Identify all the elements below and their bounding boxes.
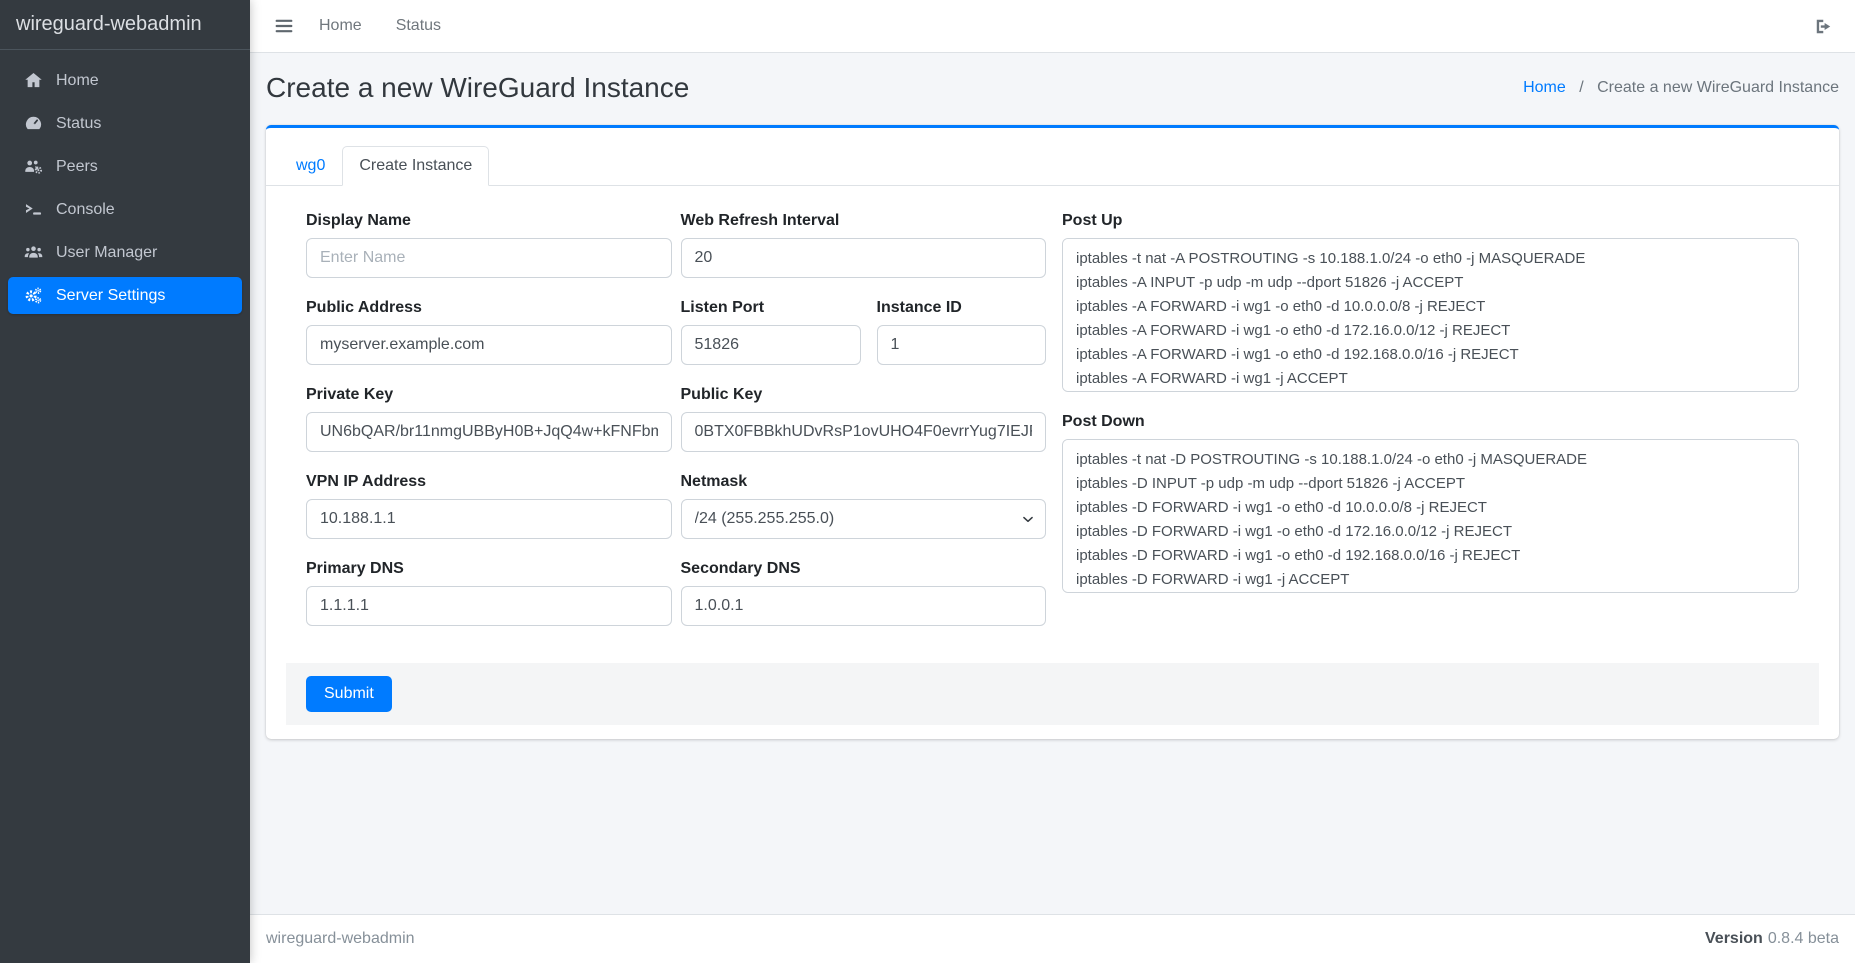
public-key-label: Public Key [681, 386, 1047, 404]
content-header: Create a new WireGuard Instance Home / C… [250, 53, 1855, 125]
primary-dns-input[interactable] [306, 586, 672, 626]
form-left-block: Display Name Web Refresh Interval Public… [306, 212, 1046, 647]
private-key-label: Private Key [306, 386, 672, 404]
breadcrumb-home-link[interactable]: Home [1523, 79, 1566, 96]
post-down-label: Post Down [1062, 413, 1799, 431]
footer-version-value: 0.8.4 beta [1768, 930, 1839, 947]
content-wrapper: Create a new WireGuard Instance Home / C… [250, 53, 1855, 914]
topbar-link-home[interactable]: Home [302, 13, 379, 39]
post-down-textarea[interactable]: iptables -t nat -D POSTROUTING -s 10.188… [1062, 439, 1799, 593]
breadcrumb: Home / Create a new WireGuard Instance [1523, 79, 1839, 97]
sidebar-item-user-manager[interactable]: User Manager [8, 234, 242, 271]
tab-create-instance[interactable]: Create Instance [342, 146, 489, 186]
sidebar-item-label: Peers [56, 158, 98, 176]
instance-form: Display Name Web Refresh Interval Public… [286, 212, 1819, 647]
netmask-label: Netmask [681, 473, 1047, 491]
users-gear-icon [19, 157, 47, 176]
display-name-input[interactable] [306, 238, 672, 278]
sidebar: wireguard-webadmin Home Status [0, 0, 250, 963]
secondary-dns-label: Secondary DNS [681, 560, 1047, 578]
display-name-label: Display Name [306, 212, 672, 230]
topbar: Home Status [250, 0, 1855, 53]
post-up-textarea[interactable]: iptables -t nat -A POSTROUTING -s 10.188… [1062, 238, 1799, 392]
public-address-input[interactable] [306, 325, 672, 365]
card-body: Display Name Web Refresh Interval Public… [266, 186, 1839, 739]
sign-out-icon[interactable] [1808, 17, 1839, 36]
sidebar-item-label: Status [56, 115, 101, 133]
footer-brand: wireguard-webadmin [266, 930, 415, 948]
page-footer: wireguard-webadmin Version 0.8.4 beta [250, 914, 1855, 963]
primary-dns-label: Primary DNS [306, 560, 672, 578]
terminal-icon [19, 200, 47, 219]
hamburger-icon[interactable] [266, 16, 302, 36]
sidebar-item-peers[interactable]: Peers [8, 148, 242, 185]
gauge-icon [19, 114, 47, 133]
sidebar-nav: Home Status [0, 50, 250, 332]
vpn-ip-label: VPN IP Address [306, 473, 672, 491]
web-refresh-interval-label: Web Refresh Interval [681, 212, 1047, 230]
sidebar-item-status[interactable]: Status [8, 105, 242, 142]
main-column: Home Status Create a new WireGuard Insta… [250, 0, 1855, 963]
instance-id-label: Instance ID [877, 299, 1047, 317]
form-right-block: Post Up iptables -t nat -A POSTROUTING -… [1062, 212, 1799, 647]
page-title: Create a new WireGuard Instance [266, 71, 689, 105]
listen-port-input[interactable] [681, 325, 861, 365]
home-icon [19, 71, 47, 90]
submit-button[interactable]: Submit [306, 676, 392, 712]
sidebar-item-server-settings[interactable]: Server Settings [8, 277, 242, 314]
post-up-label: Post Up [1062, 212, 1799, 230]
sidebar-item-label: Console [56, 201, 115, 219]
gears-icon [19, 286, 47, 305]
private-key-input[interactable] [306, 412, 672, 452]
vpn-ip-input[interactable] [306, 499, 672, 539]
web-refresh-interval-input[interactable] [681, 238, 1047, 278]
footer-version: Version 0.8.4 beta [1705, 930, 1839, 948]
tab-wg0[interactable]: wg0 [279, 146, 342, 186]
sidebar-item-label: User Manager [56, 244, 157, 262]
netmask-select[interactable]: /24 (255.255.255.0) [681, 499, 1047, 539]
sidebar-item-home[interactable]: Home [8, 62, 242, 99]
instance-id-input[interactable] [877, 325, 1047, 365]
create-instance-card: wg0 Create Instance Display Name Web [266, 125, 1839, 739]
app-root: wireguard-webadmin Home Status [0, 0, 1855, 963]
secondary-dns-input[interactable] [681, 586, 1047, 626]
breadcrumb-current: Create a new WireGuard Instance [1597, 79, 1839, 96]
sidebar-item-label: Home [56, 72, 99, 90]
listen-port-label: Listen Port [681, 299, 861, 317]
public-address-label: Public Address [306, 299, 672, 317]
public-key-input[interactable] [681, 412, 1047, 452]
breadcrumb-separator: / [1579, 79, 1583, 96]
sidebar-item-console[interactable]: Console [8, 191, 242, 228]
app-brand[interactable]: wireguard-webadmin [0, 0, 250, 50]
topbar-link-status[interactable]: Status [379, 13, 458, 39]
instance-tabs: wg0 Create Instance [266, 128, 1839, 186]
submit-strip: Submit [286, 663, 1819, 725]
users-icon [19, 243, 47, 262]
sidebar-item-label: Server Settings [56, 287, 165, 305]
footer-version-label: Version [1705, 930, 1763, 947]
